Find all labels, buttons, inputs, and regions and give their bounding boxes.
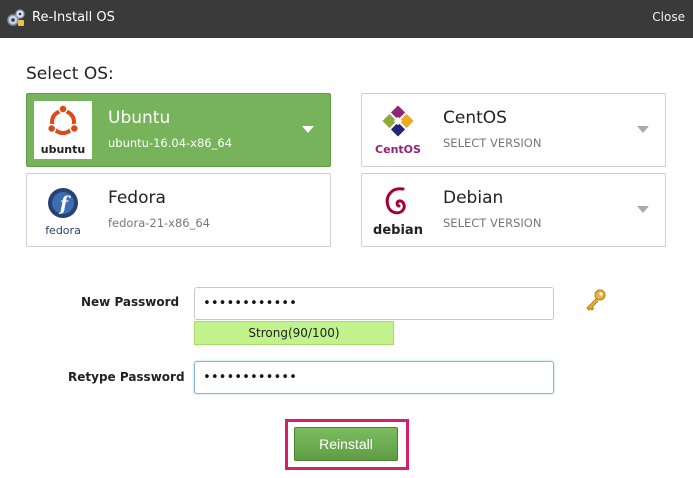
os-name: Fedora bbox=[108, 188, 166, 208]
os-card-fedora[interactable]: f fedora Fedora fedora-21-x86_64 bbox=[26, 173, 331, 247]
fedora-logo-icon: f fedora bbox=[45, 188, 81, 237]
svg-text:debian: debian bbox=[373, 223, 423, 238]
chevron-down-icon[interactable] bbox=[302, 126, 314, 133]
ubuntu-logo: ubuntu bbox=[34, 101, 92, 159]
reinstall-button[interactable]: Reinstall bbox=[294, 427, 398, 461]
os-card-debian[interactable]: debian Debian SELECT VERSION bbox=[361, 173, 666, 247]
new-password-label: New Password bbox=[81, 295, 180, 309]
key-icon[interactable] bbox=[584, 288, 608, 312]
gears-icon bbox=[7, 9, 25, 26]
close-button[interactable]: Close bbox=[652, 10, 685, 24]
centos-logo: CentOS bbox=[369, 101, 427, 159]
select-os-label: Select OS: bbox=[26, 64, 114, 84]
os-version: SELECT VERSION bbox=[443, 216, 542, 230]
ubuntu-logo-icon: ubuntu bbox=[41, 104, 85, 156]
svg-text:CentOS: CentOS bbox=[375, 143, 421, 156]
password-strength-meter: Strong(90/100) bbox=[194, 321, 394, 345]
title-bar: Re-Install OS Close bbox=[0, 0, 693, 38]
chevron-down-icon[interactable] bbox=[637, 126, 649, 133]
os-name: Debian bbox=[443, 188, 504, 208]
debian-logo: debian bbox=[369, 181, 427, 239]
debian-logo-icon: debian bbox=[373, 187, 423, 238]
retype-password-input[interactable] bbox=[194, 361, 554, 394]
fedora-logo: f fedora bbox=[34, 181, 92, 239]
os-version: ubuntu-16.04-x86_64 bbox=[108, 136, 233, 150]
os-version: fedora-21-x86_64 bbox=[108, 216, 210, 230]
window-title: Re-Install OS bbox=[32, 10, 115, 25]
os-version: SELECT VERSION bbox=[443, 136, 542, 150]
os-card-ubuntu[interactable]: ubuntu Ubuntu ubuntu-16.04-x86_64 bbox=[26, 93, 331, 167]
new-password-input[interactable] bbox=[194, 287, 554, 320]
os-name: Ubuntu bbox=[108, 108, 171, 128]
chevron-down-icon[interactable] bbox=[637, 206, 649, 213]
svg-text:ubuntu: ubuntu bbox=[41, 143, 85, 156]
svg-text:fedora: fedora bbox=[45, 224, 81, 237]
os-name: CentOS bbox=[443, 108, 507, 128]
centos-logo-icon: CentOS bbox=[375, 105, 421, 156]
retype-password-label: Retype Password bbox=[68, 370, 185, 384]
os-card-centos[interactable]: CentOS CentOS SELECT VERSION bbox=[361, 93, 666, 167]
